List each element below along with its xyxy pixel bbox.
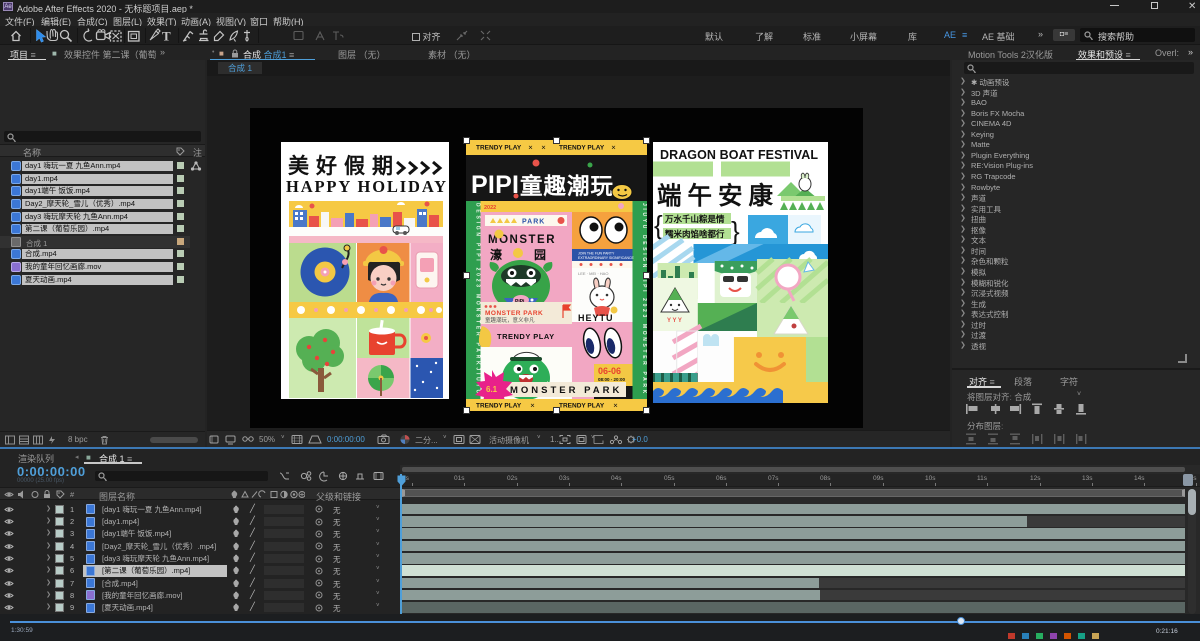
svg-text:TRENDY PLAY: TRENDY PLAY <box>476 145 522 152</box>
svg-text:JOIN THE FUN PARTY: JOIN THE FUN PARTY <box>578 252 615 256</box>
svg-text:TRENDY PLAY: TRENDY PLAY <box>476 403 522 410</box>
svg-text:{: { <box>654 210 663 240</box>
svg-text:HEYTU: HEYTU <box>578 313 614 323</box>
svg-text:PARK: PARK <box>522 219 545 226</box>
svg-text:EXTRAORDINARY SIGNIFICANCE: EXTRAORDINARY SIGNIFICANCE <box>578 256 635 260</box>
svg-text:HAPPY HOLIDAY: HAPPY HOLIDAY <box>286 177 446 196</box>
svg-text:Y Y Y: Y Y Y <box>667 318 682 324</box>
svg-text:TRENDY PLAY: TRENDY PLAY <box>497 332 555 341</box>
svg-text:✕: ✕ <box>541 146 546 152</box>
svg-text:JIUYU DESIGN PIPI 2023 MONSTER: JIUYU DESIGN PIPI 2023 MONSTER PARK <box>641 203 647 395</box>
svg-text:T: T <box>162 29 171 44</box>
svg-text:DESIGN PIPI 2023 MONSTER PARKJ: DESIGN PIPI 2023 MONSTER PARKJIUYU <box>475 203 481 395</box>
svg-text:MONSTER PARK: MONSTER PARK <box>510 385 622 396</box>
svg-text:万水千山粽是情: 万水千山粽是情 <box>664 214 725 224</box>
svg-text:MONSTER PARK: MONSTER PARK <box>485 310 543 317</box>
svg-text:06-06: 06-06 <box>598 366 621 376</box>
svg-text:6.1: 6.1 <box>486 385 498 394</box>
svg-text:童趣潮玩: 童趣潮玩 <box>520 173 614 199</box>
svg-text:TRENDY PLAY: TRENDY PLAY <box>559 145 605 152</box>
svg-text:童趣潮玩，意义非凡: 童趣潮玩，意义非凡 <box>485 316 535 324</box>
svg-text:DRAGON BOAT FESTIVAL: DRAGON BOAT FESTIVAL <box>660 148 818 162</box>
svg-text:LEE · MEI · HAO: LEE · MEI · HAO <box>578 271 608 276</box>
svg-text:园: 园 <box>534 248 546 262</box>
svg-text:✕: ✕ <box>530 404 535 410</box>
svg-text:TRENDY PLAY: TRENDY PLAY <box>559 403 605 410</box>
svg-text:✕: ✕ <box>528 146 533 152</box>
svg-text:2022: 2022 <box>484 205 496 211</box>
svg-text:美好假期: 美好假期 <box>288 154 400 178</box>
svg-text:濠: 濠 <box>490 247 502 262</box>
svg-text:}: } <box>731 216 740 246</box>
svg-text:✕: ✕ <box>611 146 616 152</box>
svg-text:端午安康: 端午安康 <box>657 181 779 210</box>
svg-text:✕: ✕ <box>613 404 618 410</box>
svg-text:糯米肉馅啥都行: 糯米肉馅啥都行 <box>665 229 725 239</box>
